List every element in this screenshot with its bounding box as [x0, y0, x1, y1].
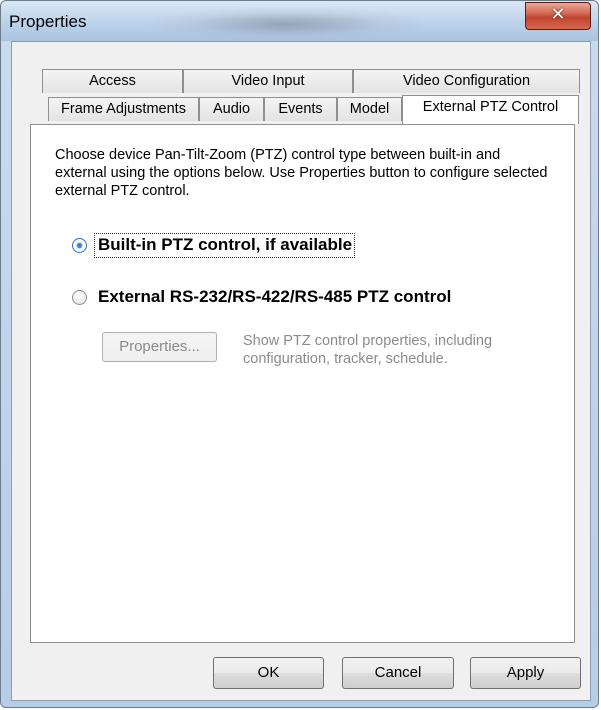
close-button[interactable]: ✕: [525, 2, 591, 30]
cancel-button[interactable]: Cancel: [342, 657, 454, 689]
properties-hint: Show PTZ control properties, including c…: [243, 333, 493, 367]
apply-button-label: Apply: [506, 664, 545, 681]
ptz-description: Choose device Pan-Tilt-Zoom (PTZ) contro…: [55, 147, 548, 199]
builtin-ptz-radio[interactable]: [72, 238, 87, 253]
window-title: Properties: [9, 12, 87, 31]
ok-button[interactable]: OK: [213, 657, 324, 689]
tab-video-input[interactable]: Video Input: [183, 69, 353, 93]
tab-external-ptz-control[interactable]: External PTZ Control: [402, 95, 579, 124]
external-ptz-label[interactable]: External RS-232/RS-422/RS-485 PTZ contro…: [98, 287, 451, 307]
tab-video-configuration[interactable]: Video Configuration: [353, 69, 580, 93]
tab-frame-adjustments[interactable]: Frame Adjustments: [48, 97, 199, 121]
ptz-properties-button[interactable]: Properties...: [102, 332, 217, 362]
tab-model[interactable]: Model: [337, 97, 402, 121]
tab-events[interactable]: Events: [264, 97, 337, 121]
title-bar[interactable]: Properties ✕: [1, 1, 598, 41]
title-bar-glare: [151, 7, 421, 41]
tab-access[interactable]: Access: [42, 69, 183, 93]
close-icon: ✕: [550, 4, 566, 25]
builtin-ptz-label[interactable]: Built-in PTZ control, if available: [98, 235, 352, 255]
external-ptz-radio[interactable]: [72, 290, 87, 305]
properties-dialog: Properties ✕ Access Video Input Video Co…: [0, 0, 599, 708]
apply-button[interactable]: Apply: [470, 657, 581, 689]
tab-audio[interactable]: Audio: [199, 97, 264, 121]
tab-panel-external-ptz: [30, 124, 575, 643]
